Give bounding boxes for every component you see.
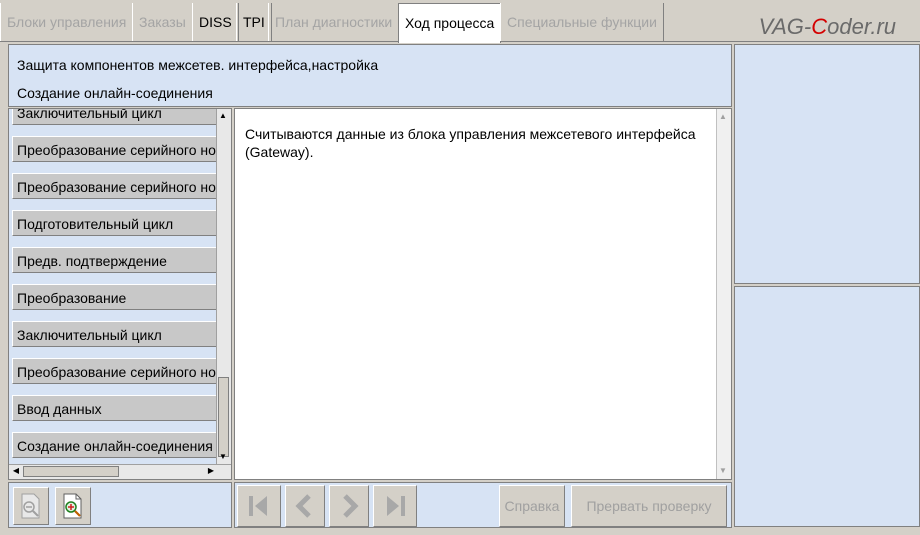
side-panel-top bbox=[734, 44, 920, 284]
process-message: Считываются данные из блока управления м… bbox=[245, 126, 696, 160]
chevron-left-icon bbox=[295, 494, 311, 518]
step-list-vscrollbar[interactable]: ▲ ▼ bbox=[216, 109, 231, 464]
brand-watermark: VAG-Coder.ru bbox=[758, 14, 896, 39]
skip-last-icon bbox=[387, 496, 405, 516]
step-item[interactable]: Предв. подтверждение bbox=[12, 247, 219, 273]
zoom-in-icon bbox=[63, 493, 82, 519]
step-item[interactable]: Преобразование серийного но bbox=[12, 173, 219, 199]
scroll-up-icon[interactable]: ▲ bbox=[217, 110, 229, 122]
scroll-thumb[interactable] bbox=[23, 466, 119, 477]
step-item[interactable]: Преобразование серийного но bbox=[12, 136, 219, 162]
tab-control-units[interactable]: Блоки управления bbox=[0, 3, 134, 41]
process-title: Защита компонентов межсетев. интерфейса,… bbox=[17, 57, 379, 73]
next-step-button[interactable] bbox=[329, 485, 369, 527]
side-panel-bottom bbox=[734, 286, 920, 527]
step-item[interactable]: Преобразование серийного но bbox=[12, 358, 219, 384]
step-item[interactable]: Заключительный цикл bbox=[12, 109, 219, 125]
process-header: Защита компонентов межсетев. интерфейса,… bbox=[8, 44, 732, 107]
zoom-out-button[interactable] bbox=[13, 487, 49, 525]
abort-test-button[interactable]: Прервать проверку bbox=[571, 485, 727, 527]
navigation-toolbar: Справка Прервать проверку bbox=[234, 482, 732, 528]
step-item[interactable]: Ввод данных bbox=[12, 395, 219, 421]
step-list-hscrollbar[interactable]: ◀ ▶ bbox=[9, 464, 231, 479]
scroll-down-icon[interactable]: ▼ bbox=[217, 451, 229, 463]
tab-process[interactable]: Ход процесса bbox=[398, 3, 502, 43]
tab-tpi[interactable]: TPI bbox=[236, 3, 272, 41]
chevron-right-icon bbox=[343, 494, 359, 518]
zoom-in-button[interactable] bbox=[55, 487, 91, 525]
tab-special-functions[interactable]: Специальные функции bbox=[500, 3, 664, 41]
previous-step-button[interactable] bbox=[285, 485, 325, 527]
first-step-button[interactable] bbox=[237, 485, 281, 527]
message-vscrollbar[interactable]: ▲ ▼ bbox=[716, 109, 731, 479]
scroll-down-icon[interactable]: ▼ bbox=[717, 465, 729, 477]
last-step-button[interactable] bbox=[373, 485, 417, 527]
step-item[interactable]: Преобразование bbox=[12, 284, 219, 310]
step-item[interactable]: Заключительный цикл bbox=[12, 321, 219, 347]
tab-diagnostic-plan[interactable]: План диагностики bbox=[268, 3, 400, 41]
scroll-right-icon[interactable]: ▶ bbox=[205, 465, 217, 477]
tab-diss[interactable]: DISS bbox=[192, 3, 239, 41]
scroll-up-icon[interactable]: ▲ bbox=[717, 111, 729, 123]
step-item[interactable]: Подготовительный цикл bbox=[12, 210, 219, 236]
scroll-thumb[interactable] bbox=[218, 377, 229, 457]
scroll-left-icon[interactable]: ◀ bbox=[10, 465, 22, 477]
message-area: Считываются данные из блока управления м… bbox=[234, 108, 732, 480]
step-list: Заключительный цикл Преобразование серий… bbox=[8, 108, 232, 480]
process-subtitle: Создание онлайн-соединения bbox=[17, 85, 213, 101]
tab-orders[interactable]: Заказы bbox=[132, 3, 193, 41]
help-button[interactable]: Справка bbox=[499, 485, 565, 527]
step-item[interactable]: Создание онлайн-соединения bbox=[12, 432, 219, 458]
zoom-out-icon bbox=[21, 493, 40, 519]
skip-first-icon bbox=[249, 496, 267, 516]
zoom-toolbar bbox=[8, 482, 232, 528]
